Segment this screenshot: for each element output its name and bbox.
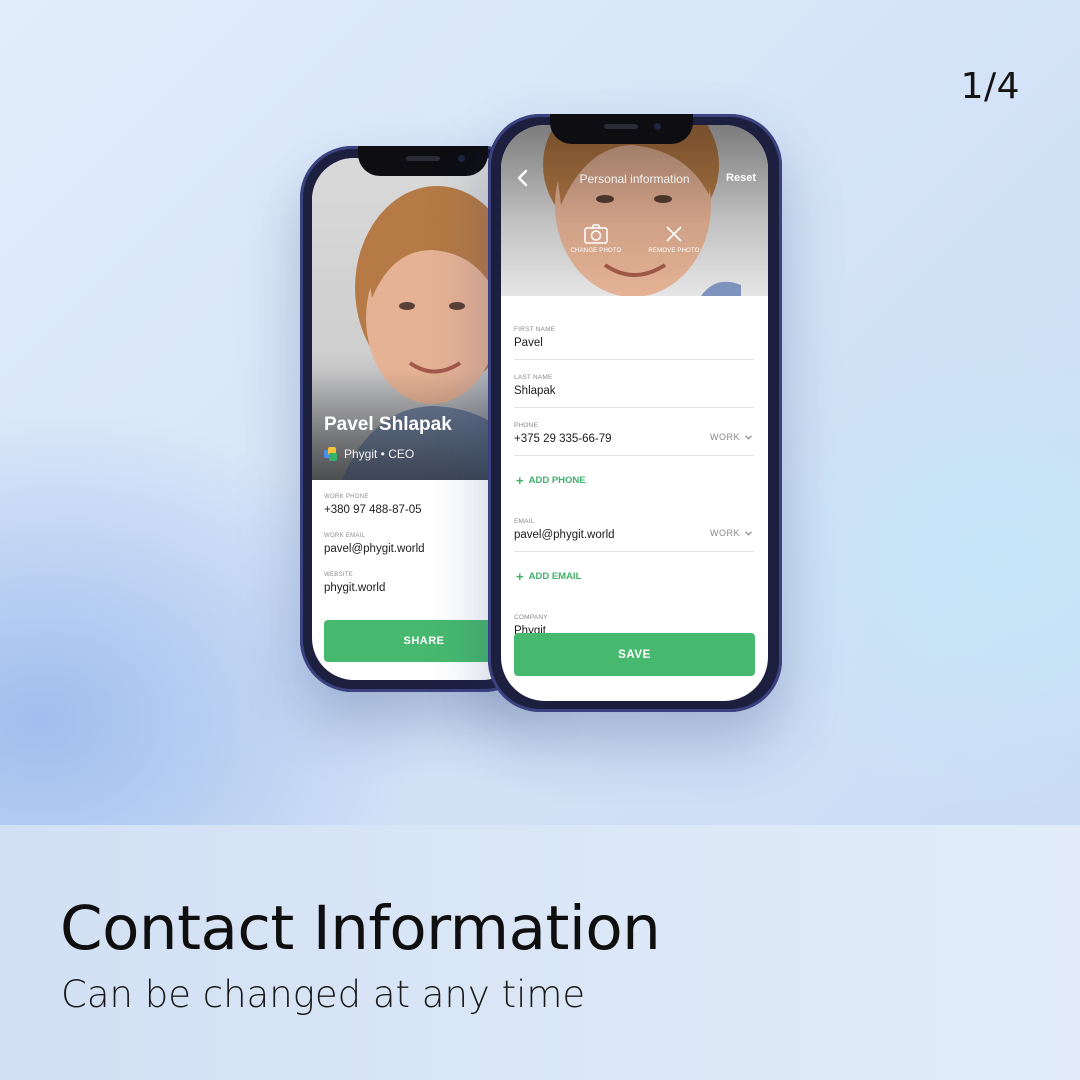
field-value[interactable]: phygit.world [324,582,514,594]
field-label: PHONE [514,422,539,429]
work-email-field: WORK EMAIL pavel@phygit.world [324,533,514,555]
add-email-button[interactable]: + ADD EMAIL [514,552,754,600]
add-phone-label: ADD PHONE [528,474,586,486]
field-label: WORK PHONE [324,494,369,500]
field-label: WEBSITE [324,572,354,578]
camera [458,155,465,162]
chevron-down-icon [745,434,752,440]
photo-shade [501,125,768,296]
slide-headline: Contact Information [60,893,661,964]
save-button[interactable]: SAVE [514,633,755,676]
edit-photo [501,125,768,296]
camera-icon [584,224,608,244]
edit-phone: Personal information Reset CHANGE PHOTO … [488,114,782,712]
website-field: WEBSITE phygit.world [324,572,514,594]
field-value[interactable]: +380 97 488-87-05 [324,504,514,516]
camera [654,123,661,130]
field-label: LAST NAME [514,374,553,381]
slide-counter: 1/4 [960,66,1020,107]
phone-type-select[interactable]: WORK [710,432,752,442]
add-phone-button[interactable]: + ADD PHONE [514,456,754,504]
email-type-select[interactable]: WORK [710,528,752,538]
phone-field[interactable]: PHONE +375 29 335-66-79 WORK [514,408,754,456]
last-name-field[interactable]: LAST NAME Shlapak [514,360,754,408]
plus-icon: + [516,472,524,488]
first-name-field[interactable]: FIRST NAME Pavel [514,312,754,360]
reset-button[interactable]: Reset [726,172,756,184]
change-photo-button[interactable]: CHANGE PHOTO [561,224,631,254]
contact-form: FIRST NAME Pavel LAST NAME Shlapak PHONE… [514,312,754,648]
field-label: COMPANY [514,614,548,621]
chevron-down-icon [745,530,752,536]
speaker [406,156,440,161]
field-value[interactable]: pavel@phygit.world [324,543,514,555]
email-type-value: WORK [710,528,740,538]
remove-photo-label: REMOVE PHOTO [648,248,700,254]
company-line: Phygit • CEO [344,447,415,461]
phone-input[interactable]: +375 29 335-66-79 [514,433,612,445]
email-field[interactable]: EMAIL pavel@phygit.world WORK [514,504,754,552]
email-input[interactable]: pavel@phygit.world [514,529,615,541]
profile-company: Phygit • CEO [324,447,414,461]
phygit-logo-icon [324,447,338,461]
plus-icon: + [516,568,524,584]
field-label: EMAIL [514,518,535,525]
last-name-input[interactable]: Shlapak [514,385,556,397]
field-label: FIRST NAME [514,326,556,333]
slide-subline: Can be changed at any time [61,973,586,1016]
profile-fields: WORK PHONE +380 97 488-87-05 WORK EMAIL … [324,494,514,611]
change-photo-label: CHANGE PHOTO [570,248,622,254]
work-phone-field: WORK PHONE +380 97 488-87-05 [324,494,514,516]
profile-name: Pavel Shlapak [324,414,452,435]
edit-screen: Personal information Reset CHANGE PHOTO … [501,125,768,701]
add-email-label: ADD EMAIL [528,570,582,582]
field-label: WORK EMAIL [324,533,366,539]
remove-photo-button[interactable]: REMOVE PHOTO [639,224,709,254]
speaker [604,124,638,129]
phone-notch [550,114,693,144]
close-icon [666,226,682,242]
first-name-input[interactable]: Pavel [514,337,543,349]
phone-type-value: WORK [710,432,740,442]
phone-notch [358,146,488,176]
